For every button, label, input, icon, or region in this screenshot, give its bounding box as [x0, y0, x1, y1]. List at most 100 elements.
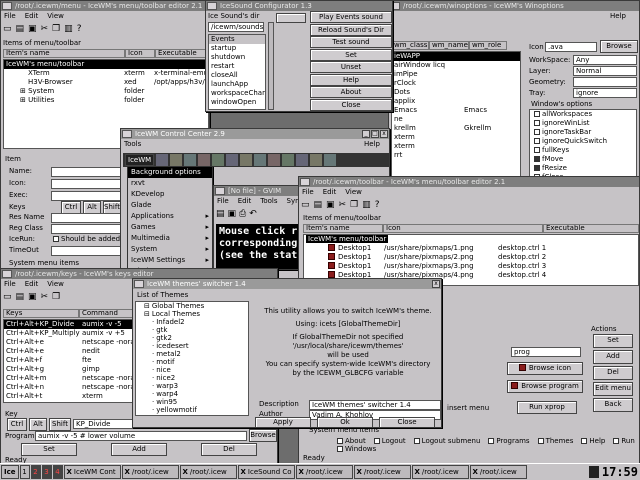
list-row[interactable]: ne [392, 115, 520, 124]
event-item[interactable]: workspaceChan [209, 89, 265, 98]
open-icon[interactable]: ▤ [16, 292, 25, 302]
list-row[interactable]: xterm [392, 142, 520, 151]
system-item-check[interactable]: Programs [488, 437, 530, 445]
task-button[interactable]: X IceWM Cont [63, 465, 121, 479]
theme-item[interactable]: ⊟ Local Themes [136, 310, 248, 318]
app-icon[interactable] [198, 154, 211, 166]
icon-field[interactable]: .ava [545, 42, 597, 52]
system-menu-icon[interactable] [122, 130, 132, 138]
close-icon[interactable]: x [432, 280, 440, 288]
menu-item[interactable]: Background options [128, 167, 212, 178]
geometry-field[interactable] [573, 77, 637, 87]
winoptions-list[interactable]: ieWAPP airWindow licq imPipe rClock Dots appl… [391, 51, 521, 179]
checkbox[interactable] [337, 446, 343, 452]
option-checkbox[interactable] [534, 129, 540, 135]
option-checkbox[interactable] [534, 111, 540, 117]
app-icon[interactable] [254, 154, 267, 166]
themes-tree[interactable]: ⊟ Global Themes ⊟ Local Themes · Infadel2 · gtk… [135, 301, 249, 416]
save-icon[interactable]: ▣ [28, 292, 37, 302]
browse-button[interactable]: Browse [249, 429, 277, 442]
list-row[interactable]: rClock [392, 79, 520, 88]
clock[interactable]: 17:59 [602, 465, 638, 479]
list-row[interactable]: rrt [392, 151, 520, 160]
open-icon[interactable]: ▤ [314, 200, 323, 210]
reload-dir-button[interactable]: Reload Sound's Dir [310, 23, 392, 36]
list-row[interactable]: xterm [392, 133, 520, 142]
open-icon[interactable]: ▤ [216, 209, 225, 219]
checkbox[interactable] [613, 438, 620, 444]
event-item[interactable]: restart [209, 62, 265, 71]
menu-tools[interactable]: Tools [124, 140, 141, 148]
keys-row[interactable]: Ctrl+Alt+f fte [4, 356, 138, 365]
task-button[interactable]: X IceSound Co [237, 465, 295, 479]
new-icon[interactable]: ▭ [3, 292, 12, 302]
workspace-select[interactable]: Any [573, 55, 637, 65]
timeout-field[interactable] [51, 246, 121, 256]
app-icon[interactable] [226, 154, 239, 166]
theme-item[interactable]: · motif [136, 358, 248, 366]
test-sound-button[interactable]: Test sound [310, 36, 392, 48]
task-button[interactable]: X/root/.icew [411, 465, 469, 479]
tree-row[interactable]: Desktop1/usr/share/pixmaps/2.png desktop.… [304, 253, 638, 262]
ok-button[interactable]: Ok [317, 417, 373, 427]
option-checkbox[interactable] [534, 138, 540, 144]
theme-item[interactable]: · gtk2 [136, 334, 248, 342]
unset-button[interactable]: Unset [310, 61, 392, 73]
list-row[interactable]: krellm Gkrellm [392, 124, 520, 133]
copy-icon[interactable]: ❐ [52, 292, 60, 302]
option-row[interactable]: fullKeys [532, 146, 636, 155]
system-menu-icon[interactable] [2, 2, 12, 10]
set-button[interactable]: Set [593, 334, 633, 348]
col-item-name[interactable]: Item's name [3, 49, 125, 58]
checkbox[interactable] [373, 438, 380, 444]
col-wm-role[interactable]: wm_role [469, 41, 507, 50]
menu-item[interactable]: Applications ▸ [128, 211, 212, 222]
add-button[interactable]: Add [111, 443, 167, 456]
scrollbar[interactable] [268, 22, 274, 110]
checkbox[interactable] [337, 438, 343, 444]
theme-item[interactable]: · Infadel2 [136, 318, 248, 326]
list-row[interactable]: imPipe [392, 70, 520, 79]
new-icon[interactable]: ▭ [3, 24, 12, 34]
checkbox[interactable] [488, 438, 495, 444]
system-item-check[interactable]: Themes [537, 437, 573, 445]
menu-tools[interactable]: Tools [260, 197, 277, 205]
run-xprop-button[interactable]: Run xprop [517, 401, 577, 414]
keys-row[interactable]: Ctrl+Alt+n netscape -noraise [4, 383, 138, 392]
help-icon[interactable]: ? [375, 200, 380, 210]
app-icon[interactable] [296, 154, 309, 166]
event-item[interactable]: launchApp [209, 80, 265, 89]
name-field[interactable] [51, 167, 121, 177]
system-item-check[interactable]: About [337, 437, 366, 445]
sound-config-window[interactable]: IceSound Configurator 1.3 Ice Sound's di… [205, 0, 393, 112]
set-button[interactable]: Set [310, 48, 392, 61]
event-item[interactable]: shutdown [209, 53, 265, 62]
maximize-icon[interactable]: □ [371, 130, 379, 138]
workspace-button[interactable]: 4 [52, 465, 63, 479]
tree-row[interactable]: ⊞ System folder [4, 87, 208, 96]
theme-item[interactable]: · nice2 [136, 374, 248, 382]
app-icon[interactable] [212, 154, 225, 166]
theme-item[interactable]: · warp4 [136, 390, 248, 398]
key-field[interactable]: KP_Divide [73, 419, 137, 429]
set-button[interactable]: Set [21, 443, 77, 456]
close-button[interactable]: Close [379, 417, 435, 427]
tray-select[interactable]: ignore [573, 88, 637, 98]
theme-item[interactable]: · nice [136, 366, 248, 374]
menu-item[interactable]: rxvt [128, 178, 212, 189]
sounds-dir-field[interactable]: /icewm/sounds [208, 22, 264, 32]
title-bar[interactable]: IceWM themes' switcher 1.4 x [133, 279, 441, 289]
list-row[interactable]: applix [392, 97, 520, 106]
events-list[interactable]: Events startup shutdown restart closeAll laun… [208, 34, 266, 110]
option-row[interactable]: ignoreWinList [532, 119, 636, 128]
theme-item[interactable]: · metal2 [136, 350, 248, 358]
theme-switcher-window[interactable]: IceWM themes' switcher 1.4 x List of Them… [132, 278, 442, 428]
minimize-icon[interactable]: _ [362, 130, 370, 138]
close-icon[interactable]: x [380, 130, 388, 138]
menu-edit[interactable]: Edit [25, 280, 39, 288]
title-bar[interactable]: /root/.icewm/toolbar - IceWM's menu/tool… [299, 177, 639, 187]
task-button[interactable]: X/root/.icew [469, 465, 527, 479]
keys-row[interactable]: Ctrl+Alt+KP_Multiply aumix -v +5 [4, 329, 138, 338]
theme-item[interactable]: ⊟ Global Themes [136, 302, 248, 310]
start-button[interactable]: Ice [1, 465, 19, 479]
